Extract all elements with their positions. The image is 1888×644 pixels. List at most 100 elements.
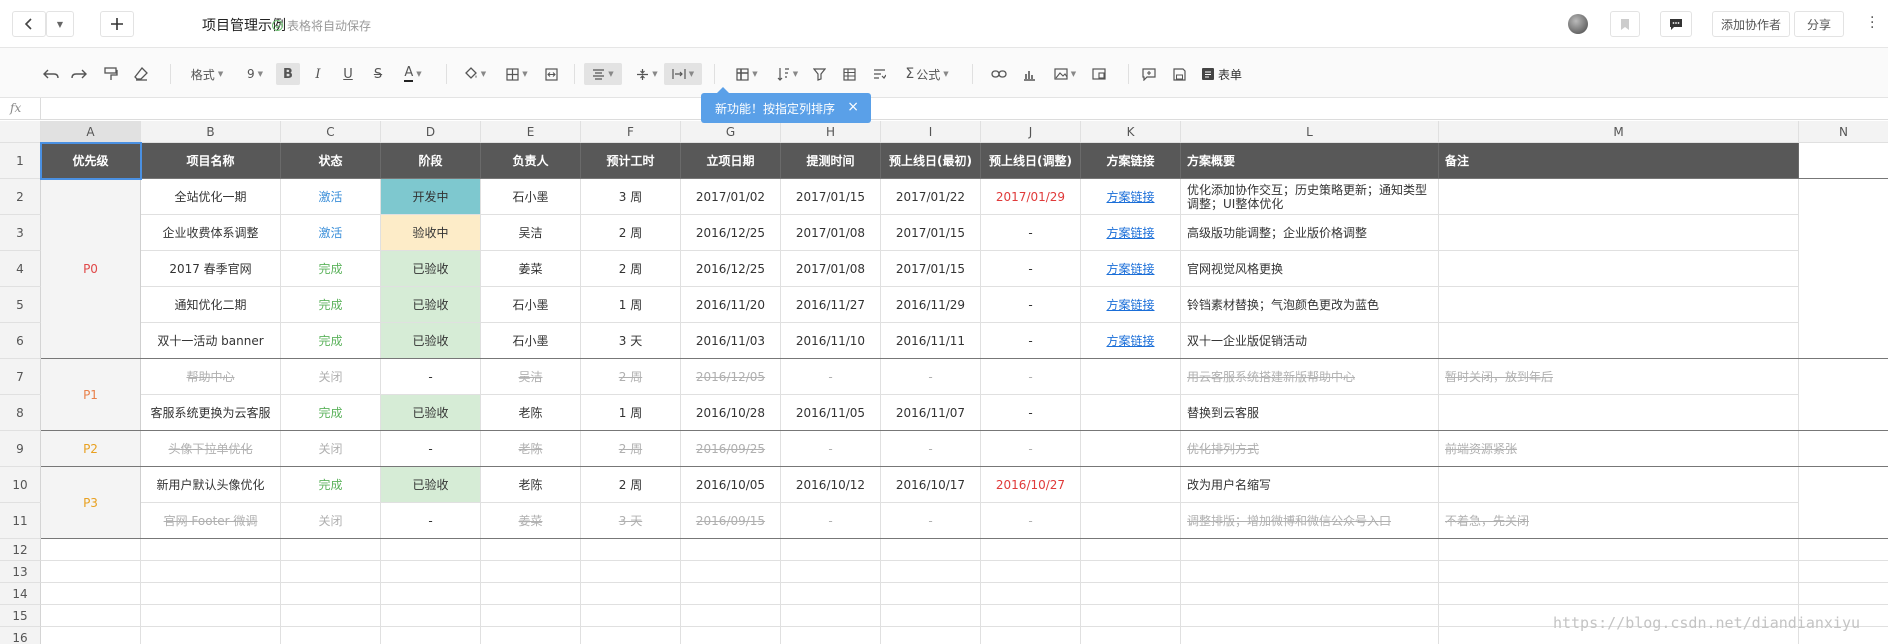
empty-cell[interactable] bbox=[781, 605, 881, 627]
header-cell[interactable]: 提测时间 bbox=[781, 143, 881, 179]
empty-cell[interactable] bbox=[1181, 627, 1439, 644]
stage-cell[interactable]: 开发中 bbox=[381, 179, 481, 215]
launch-initial-cell[interactable]: 2017/01/15 bbox=[881, 251, 981, 287]
empty-cell[interactable] bbox=[481, 561, 581, 583]
estimate-cell[interactable]: 3 天 bbox=[581, 503, 681, 539]
remark-cell[interactable] bbox=[1439, 467, 1799, 503]
insert-chart-button[interactable] bbox=[1018, 63, 1040, 85]
estimate-cell[interactable]: 2 周 bbox=[581, 467, 681, 503]
empty-cell[interactable] bbox=[281, 627, 381, 644]
stage-cell[interactable]: 已验收 bbox=[381, 323, 481, 359]
test-date-cell[interactable]: - bbox=[781, 503, 881, 539]
empty-cell[interactable] bbox=[1439, 539, 1799, 561]
test-date-cell[interactable]: 2016/10/12 bbox=[781, 467, 881, 503]
plan-summary-cell[interactable]: 官网视觉风格更换 bbox=[1181, 251, 1439, 287]
priority-cell[interactable]: P3 bbox=[41, 467, 141, 539]
empty-cell[interactable] bbox=[481, 539, 581, 561]
launch-adjusted-cell[interactable]: - bbox=[981, 503, 1081, 539]
empty-cell[interactable] bbox=[381, 605, 481, 627]
launch-initial-cell[interactable]: 2016/10/17 bbox=[881, 467, 981, 503]
empty-cell[interactable] bbox=[581, 605, 681, 627]
close-icon[interactable]: × bbox=[847, 99, 859, 115]
estimate-cell[interactable]: 1 周 bbox=[581, 287, 681, 323]
remark-cell[interactable] bbox=[1439, 287, 1799, 323]
redo-button[interactable] bbox=[68, 63, 90, 85]
estimate-cell[interactable]: 3 周 bbox=[581, 179, 681, 215]
column-header[interactable]: B bbox=[141, 121, 281, 143]
remark-cell[interactable]: 不着急，先关闭 bbox=[1439, 503, 1799, 539]
stage-cell[interactable]: 已验收 bbox=[381, 395, 481, 431]
empty-cell[interactable] bbox=[1799, 539, 1888, 561]
share-button[interactable]: 分享 bbox=[1794, 11, 1844, 37]
empty-cell[interactable] bbox=[681, 539, 781, 561]
empty-cell[interactable] bbox=[281, 561, 381, 583]
launch-adjusted-cell[interactable]: - bbox=[981, 215, 1081, 251]
stage-cell[interactable]: - bbox=[381, 359, 481, 395]
column-header[interactable]: A bbox=[41, 121, 141, 143]
empty-cell[interactable] bbox=[41, 605, 141, 627]
test-date-cell[interactable]: 2017/01/08 bbox=[781, 251, 881, 287]
plan-summary-cell[interactable]: 高级版功能调整；企业版价格调整 bbox=[1181, 215, 1439, 251]
column-header[interactable]: D bbox=[381, 121, 481, 143]
owner-cell[interactable]: 吴洁 bbox=[481, 359, 581, 395]
owner-cell[interactable]: 石小墨 bbox=[481, 287, 581, 323]
stage-cell[interactable]: 已验收 bbox=[381, 287, 481, 323]
launch-initial-cell[interactable]: 2016/11/29 bbox=[881, 287, 981, 323]
sort-button[interactable]: ▼ bbox=[770, 63, 804, 85]
clear-format-button[interactable] bbox=[130, 63, 152, 85]
empty-cell[interactable] bbox=[1181, 605, 1439, 627]
plan-summary-cell[interactable]: 优化添加协作交互；历史策略更新；通知类型调整；UI整体优化 bbox=[1181, 179, 1439, 215]
launch-adjusted-cell[interactable]: - bbox=[981, 359, 1081, 395]
owner-cell[interactable]: 石小墨 bbox=[481, 323, 581, 359]
project-name-cell[interactable]: 2017 春季官网 bbox=[141, 251, 281, 287]
comments-button[interactable] bbox=[1660, 11, 1692, 37]
status-cell[interactable]: 完成 bbox=[281, 467, 381, 503]
owner-cell[interactable]: 姜菜 bbox=[481, 251, 581, 287]
remark-cell[interactable] bbox=[1439, 215, 1799, 251]
launch-initial-cell[interactable]: 2017/01/22 bbox=[881, 179, 981, 215]
empty-cell[interactable] bbox=[1181, 539, 1439, 561]
estimate-cell[interactable]: 2 周 bbox=[581, 359, 681, 395]
stage-cell[interactable]: 验收中 bbox=[381, 215, 481, 251]
status-cell[interactable]: 关闭 bbox=[281, 359, 381, 395]
test-date-cell[interactable]: 2016/11/10 bbox=[781, 323, 881, 359]
font-size-dropdown[interactable]: 9 ▼ bbox=[240, 63, 270, 85]
empty-cell[interactable] bbox=[881, 627, 981, 644]
formula-dropdown[interactable]: Σ 公式 ▼ bbox=[900, 63, 954, 85]
empty-cell[interactable] bbox=[981, 561, 1081, 583]
owner-cell[interactable]: 吴洁 bbox=[481, 215, 581, 251]
estimate-cell[interactable]: 2 周 bbox=[581, 215, 681, 251]
filter-button[interactable] bbox=[808, 63, 830, 85]
empty-cell[interactable] bbox=[681, 605, 781, 627]
plan-summary-cell[interactable]: 铃铛素材替换；气泡颜色更改为蓝色 bbox=[1181, 287, 1439, 323]
plan-link-cell[interactable] bbox=[1081, 431, 1181, 467]
formula-input[interactable] bbox=[41, 98, 1888, 120]
launch-adjusted-cell[interactable]: - bbox=[981, 251, 1081, 287]
bookmark-button[interactable] bbox=[1610, 11, 1640, 37]
empty-cell[interactable] bbox=[1181, 561, 1439, 583]
column-header[interactable]: L bbox=[1181, 121, 1439, 143]
launch-initial-cell[interactable]: 2017/01/15 bbox=[881, 215, 981, 251]
text-wrap-button[interactable]: ▼ bbox=[664, 63, 702, 85]
plan-link-cell[interactable] bbox=[1081, 467, 1181, 503]
stage-cell[interactable]: 已验收 bbox=[381, 467, 481, 503]
remark-cell[interactable] bbox=[1439, 395, 1799, 431]
start-date-cell[interactable]: 2016/11/20 bbox=[681, 287, 781, 323]
estimate-cell[interactable]: 1 周 bbox=[581, 395, 681, 431]
test-date-cell[interactable]: - bbox=[781, 431, 881, 467]
launch-initial-cell[interactable]: - bbox=[881, 431, 981, 467]
status-cell[interactable]: 完成 bbox=[281, 287, 381, 323]
launch-adjusted-cell[interactable]: 2017/01/29 bbox=[981, 179, 1081, 215]
fill-color-button[interactable]: ▼ bbox=[458, 63, 492, 85]
start-date-cell[interactable]: 2016/12/25 bbox=[681, 251, 781, 287]
empty-cell[interactable] bbox=[1081, 627, 1181, 644]
project-name-cell[interactable]: 新用户默认头像优化 bbox=[141, 467, 281, 503]
back-button[interactable] bbox=[12, 11, 46, 37]
form-button[interactable]: 表单 bbox=[1198, 63, 1246, 85]
launch-initial-cell[interactable]: 2016/11/07 bbox=[881, 395, 981, 431]
column-header[interactable]: J bbox=[981, 121, 1081, 143]
column-header[interactable]: H bbox=[781, 121, 881, 143]
header-cell[interactable]: 阶段 bbox=[381, 143, 481, 179]
column-header[interactable]: I bbox=[881, 121, 981, 143]
column-header[interactable]: M bbox=[1439, 121, 1799, 143]
